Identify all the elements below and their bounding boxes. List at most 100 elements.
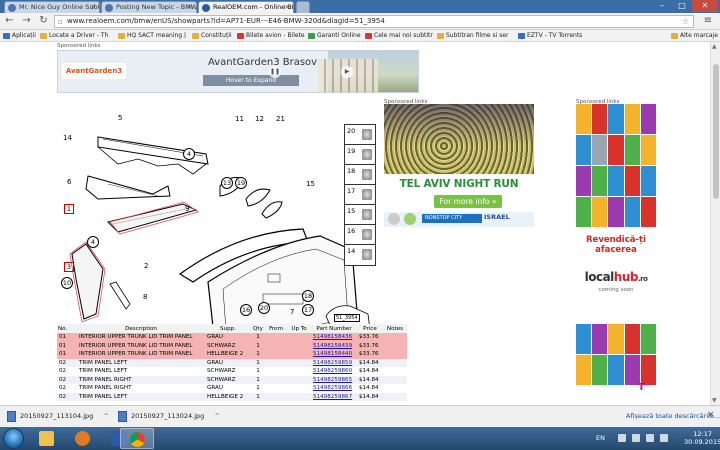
bookmark-garanti[interactable]: Garanti Online bbox=[308, 31, 361, 41]
small-part-cell[interactable]: 18 bbox=[345, 165, 375, 185]
bookmark-constitutii[interactable]: Constituții bbox=[192, 31, 232, 41]
diagram-number[interactable]: 19 bbox=[235, 177, 247, 189]
column-header[interactable]: Description bbox=[77, 324, 205, 333]
menu-icon[interactable]: ≡ bbox=[704, 15, 712, 26]
bookmark-hq-sact[interactable]: HQ SACT meaning | bbox=[118, 31, 186, 41]
part-number-link[interactable]: 51498158439 bbox=[311, 341, 357, 350]
address-bar[interactable]: ▫ www.realoem.com/bmw/enUS/showparts?id=… bbox=[54, 15, 694, 28]
part-number-link[interactable]: 51498259867 bbox=[311, 392, 357, 401]
language-indicator[interactable]: EN bbox=[596, 434, 605, 442]
close-tab-icon[interactable]: × bbox=[90, 2, 96, 13]
bookmark-eztv[interactable]: EZTV - TV Torrents bbox=[518, 31, 582, 41]
scroll-up-icon[interactable]: ▲ bbox=[712, 43, 717, 50]
bookmark-apps[interactable]: Aplicații bbox=[3, 31, 36, 41]
new-tab-button[interactable] bbox=[296, 1, 310, 13]
diagram-number[interactable]: 16 bbox=[240, 304, 252, 316]
network-icon[interactable] bbox=[646, 434, 654, 442]
small-part-cell[interactable]: 14 bbox=[345, 245, 375, 265]
top-banner-ad[interactable]: AvantGarden3 AvantGarden3 Brasov Hover t… bbox=[57, 50, 419, 93]
close-tab-icon[interactable]: × bbox=[187, 2, 193, 13]
flag-icon[interactable] bbox=[632, 434, 640, 442]
column-header[interactable]: Supp. bbox=[205, 324, 251, 333]
close-tab-icon[interactable]: × bbox=[284, 2, 290, 13]
forward-arrow-icon[interactable]: → bbox=[20, 15, 33, 28]
small-part-cell[interactable]: 19 bbox=[345, 145, 375, 165]
part-number-link[interactable]: 51498259859 bbox=[311, 358, 357, 367]
diagram-number[interactable]: 8 bbox=[143, 293, 147, 301]
diagram-number[interactable]: 2 bbox=[144, 262, 148, 270]
diagram-number-highlighted[interactable]: 3 bbox=[64, 262, 74, 272]
small-part-cell[interactable]: 17 bbox=[345, 185, 375, 205]
clock[interactable]: 12:17 30.09.2015 bbox=[684, 430, 720, 446]
taskbar-explorer[interactable] bbox=[30, 428, 64, 449]
column-header[interactable]: Price bbox=[357, 324, 383, 333]
part-number-link[interactable]: 51498259860 bbox=[311, 367, 357, 376]
column-header[interactable]: Notes bbox=[383, 324, 407, 333]
column-header[interactable]: Part Number bbox=[311, 324, 357, 333]
small-part-cell[interactable]: 20 bbox=[345, 125, 375, 145]
diagram-number[interactable]: 4 bbox=[87, 236, 99, 248]
diagram-number[interactable]: 17 bbox=[302, 304, 314, 316]
part-number-link[interactable]: 51498259866 bbox=[311, 384, 357, 393]
parts-diagram[interactable] bbox=[58, 104, 380, 324]
more-info-button[interactable]: For more info » bbox=[434, 195, 502, 208]
reload-icon[interactable]: ↻ bbox=[37, 15, 50, 28]
taskbar-media-player[interactable] bbox=[66, 428, 100, 449]
scroll-thumb[interactable] bbox=[713, 64, 719, 199]
vertical-scrollbar[interactable]: ▲ ▼ bbox=[710, 42, 720, 405]
diagram-number[interactable]: 6 bbox=[67, 178, 71, 186]
tel-aviv-ad[interactable]: TEL AVIV NIGHT RUN For more info » NONST… bbox=[384, 104, 534, 227]
scroll-down-icon[interactable]: ▼ bbox=[712, 397, 717, 404]
diagram-number[interactable]: 10 bbox=[61, 277, 73, 289]
hover-expand-button[interactable]: Hover to Expand bbox=[203, 75, 299, 86]
diagram-number[interactable]: 14 bbox=[63, 134, 72, 142]
column-header[interactable]: No. bbox=[57, 324, 77, 333]
close-window-icon[interactable]: ✕ bbox=[692, 0, 718, 12]
play-icon[interactable]: ▶ bbox=[341, 66, 353, 78]
column-header[interactable]: From bbox=[265, 324, 287, 333]
part-number-link[interactable]: 51498158440 bbox=[311, 350, 357, 359]
start-button-icon[interactable] bbox=[3, 428, 24, 449]
diagram-number[interactable]: 7 bbox=[290, 308, 294, 316]
column-header[interactable]: Qty bbox=[251, 324, 265, 333]
diagram-number[interactable]: 20 bbox=[258, 302, 270, 314]
diagram-number[interactable]: 9 bbox=[185, 205, 189, 213]
tab-mr-nice-guy[interactable]: Mr. Nice Guy Online Subtit × bbox=[4, 1, 100, 13]
minimize-icon[interactable]: – bbox=[652, 0, 672, 12]
diagram-number[interactable]: 15 bbox=[306, 180, 315, 188]
tab-realoem[interactable]: RealOEM.com - Online BM × bbox=[198, 1, 294, 13]
bookmark-other[interactable]: Alte marcaje bbox=[671, 31, 718, 41]
diagram-number[interactable]: 21 bbox=[276, 115, 285, 123]
part-number-link[interactable]: 51498158436 bbox=[311, 333, 357, 342]
bookmark-bilete-avion[interactable]: Bilete avion - Bilete bbox=[237, 31, 305, 41]
diagram-number[interactable]: 4 bbox=[183, 148, 195, 160]
close-download-bar-icon[interactable]: × bbox=[707, 410, 715, 420]
bookmark-locate-driver[interactable]: Locate a Driver - Th bbox=[40, 31, 108, 41]
part-number-link[interactable]: 51498259865 bbox=[311, 375, 357, 384]
diagram-number[interactable]: 18 bbox=[302, 290, 314, 302]
volume-icon[interactable] bbox=[660, 434, 668, 442]
back-arrow-icon[interactable]: ← bbox=[3, 15, 16, 28]
diagram-number[interactable]: 5 bbox=[118, 114, 122, 122]
bookmark-subtitrari[interactable]: Cele mai noi subtitr bbox=[365, 31, 433, 41]
column-header[interactable]: Up To bbox=[287, 324, 311, 333]
download-item[interactable]: 20150927_113024.jpg ^ bbox=[115, 409, 220, 424]
tab-posting-new-topic[interactable]: Posting New Topic - BMW × bbox=[101, 1, 197, 13]
maximize-icon[interactable]: □ bbox=[672, 0, 692, 12]
diagram-number[interactable]: 11 bbox=[235, 115, 244, 123]
diagram-number[interactable]: 12 bbox=[255, 115, 264, 123]
bookmark-star-icon[interactable]: ☆ bbox=[682, 16, 689, 27]
small-part-cell[interactable]: 16 bbox=[345, 225, 375, 245]
bookmark-subtitran[interactable]: Subtitran filme si ser bbox=[437, 31, 509, 41]
localhub-ad[interactable]: Revendică-ți afacerea localhub.ro coming… bbox=[576, 104, 656, 404]
diagram-number[interactable]: 13 bbox=[221, 177, 233, 189]
diagram-number-highlighted[interactable]: 1 bbox=[64, 204, 74, 214]
pause-icon[interactable]: ❚❚ bbox=[269, 66, 281, 78]
show-all-downloads-link[interactable]: Afișează toate descărcările... bbox=[626, 412, 720, 420]
tray-arrow-icon[interactable] bbox=[618, 434, 626, 442]
taskbar-chrome[interactable] bbox=[120, 428, 154, 449]
chevron-up-icon[interactable]: ^ bbox=[104, 409, 109, 424]
download-item[interactable]: 20150927_113104.jpg ^ bbox=[4, 409, 109, 424]
chevron-up-icon[interactable]: ^ bbox=[215, 409, 220, 424]
small-part-cell[interactable]: 15 bbox=[345, 205, 375, 225]
